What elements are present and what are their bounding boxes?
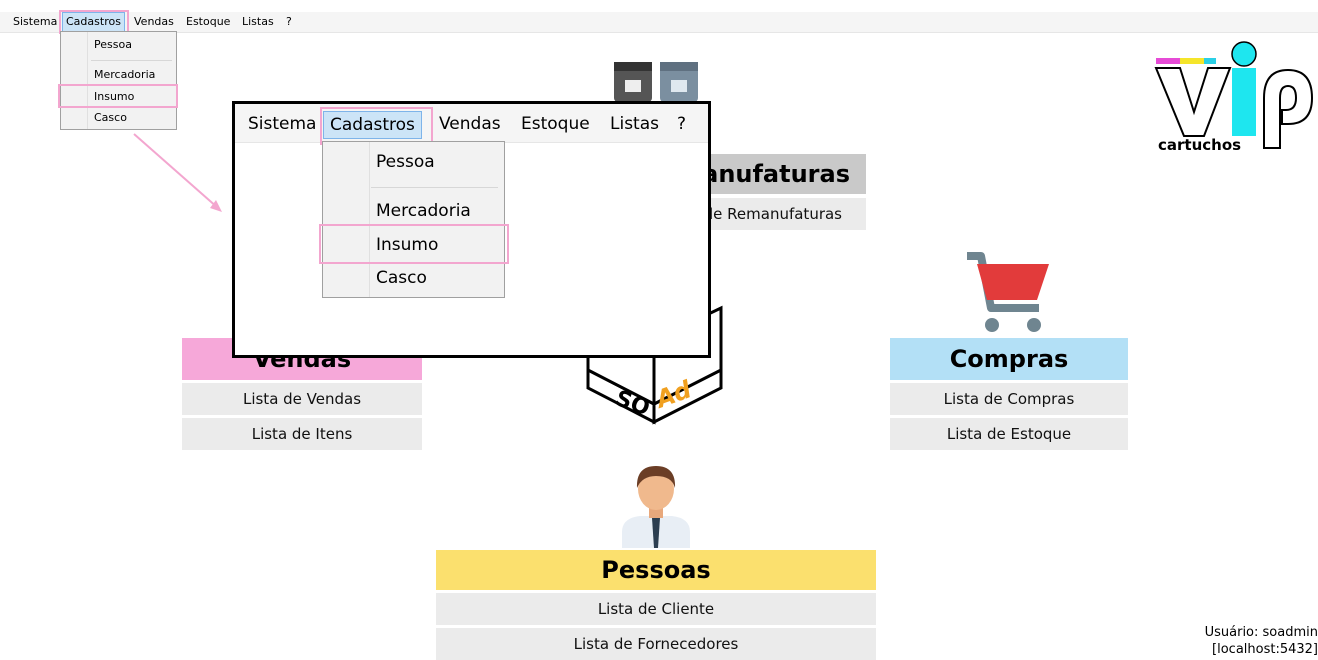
cadastros-dropdown: Pessoa Mercadoria Insumo Casco <box>60 31 177 130</box>
pessoas-header: Pessoas <box>436 550 876 590</box>
dropdown-separator <box>91 60 172 61</box>
menu-bar: Sistema Cadastros Vendas Estoque Listas … <box>0 12 1318 33</box>
shopping-cart-icon <box>967 252 1049 332</box>
vip-cartuchos-logo: cartuchos <box>1154 41 1314 154</box>
compras-header: Compras <box>890 338 1128 380</box>
highlight-insumo <box>58 84 178 108</box>
zoom-highlight-insumo <box>319 224 509 264</box>
lista-cliente-button[interactable]: Lista de Cliente <box>436 593 876 625</box>
zoom-menu-listas[interactable]: Listas <box>604 113 665 135</box>
status-user: Usuário: soadmin <box>1204 625 1318 640</box>
lista-estoque-button[interactable]: Lista de Estoque <box>890 418 1128 450</box>
lista-itens-button[interactable]: Lista de Itens <box>182 418 422 450</box>
dropdown-item-mercadoria[interactable]: Mercadoria <box>61 66 176 84</box>
menu-sistema[interactable]: Sistema <box>10 14 60 30</box>
zoom-highlight-cadastros <box>320 107 433 145</box>
person-icon <box>622 466 690 548</box>
brand-name: cartuchos <box>1158 136 1241 154</box>
zoom-menu-help[interactable]: ? <box>671 113 692 135</box>
zoom-menu-bar: Sistema Cadastros Vendas Estoque Listas … <box>235 104 708 143</box>
dropdown-item-casco[interactable]: Casco <box>61 109 176 127</box>
zoom-dropdown-item-casco[interactable]: Casco <box>323 262 504 294</box>
menu-estoque[interactable]: Estoque <box>183 14 233 30</box>
zoom-menu-estoque[interactable]: Estoque <box>515 113 596 135</box>
zoom-arrow <box>133 133 222 212</box>
dropdown-item-pessoa[interactable]: Pessoa <box>61 36 176 54</box>
menu-vendas[interactable]: Vendas <box>131 14 177 30</box>
zoom-dropdown-item-mercadoria[interactable]: Mercadoria <box>323 195 504 227</box>
printer-icon <box>614 62 698 102</box>
zoom-menu-sistema[interactable]: Sistema <box>242 113 322 135</box>
menu-listas[interactable]: Listas <box>239 14 277 30</box>
lista-compras-button[interactable]: Lista de Compras <box>890 383 1128 415</box>
zoom-callout: Sistema Cadastros Vendas Estoque Listas … <box>232 101 711 358</box>
zoom-cadastros-dropdown: Pessoa Mercadoria Insumo Casco <box>322 141 505 298</box>
lista-vendas-button[interactable]: Lista de Vendas <box>182 383 422 415</box>
zoom-dropdown-item-pessoa[interactable]: Pessoa <box>323 146 504 178</box>
menu-help[interactable]: ? <box>283 14 295 30</box>
zoom-dropdown-separator <box>371 187 498 188</box>
lista-fornecedores-button[interactable]: Lista de Fornecedores <box>436 628 876 660</box>
zoom-menu-vendas[interactable]: Vendas <box>433 113 507 135</box>
